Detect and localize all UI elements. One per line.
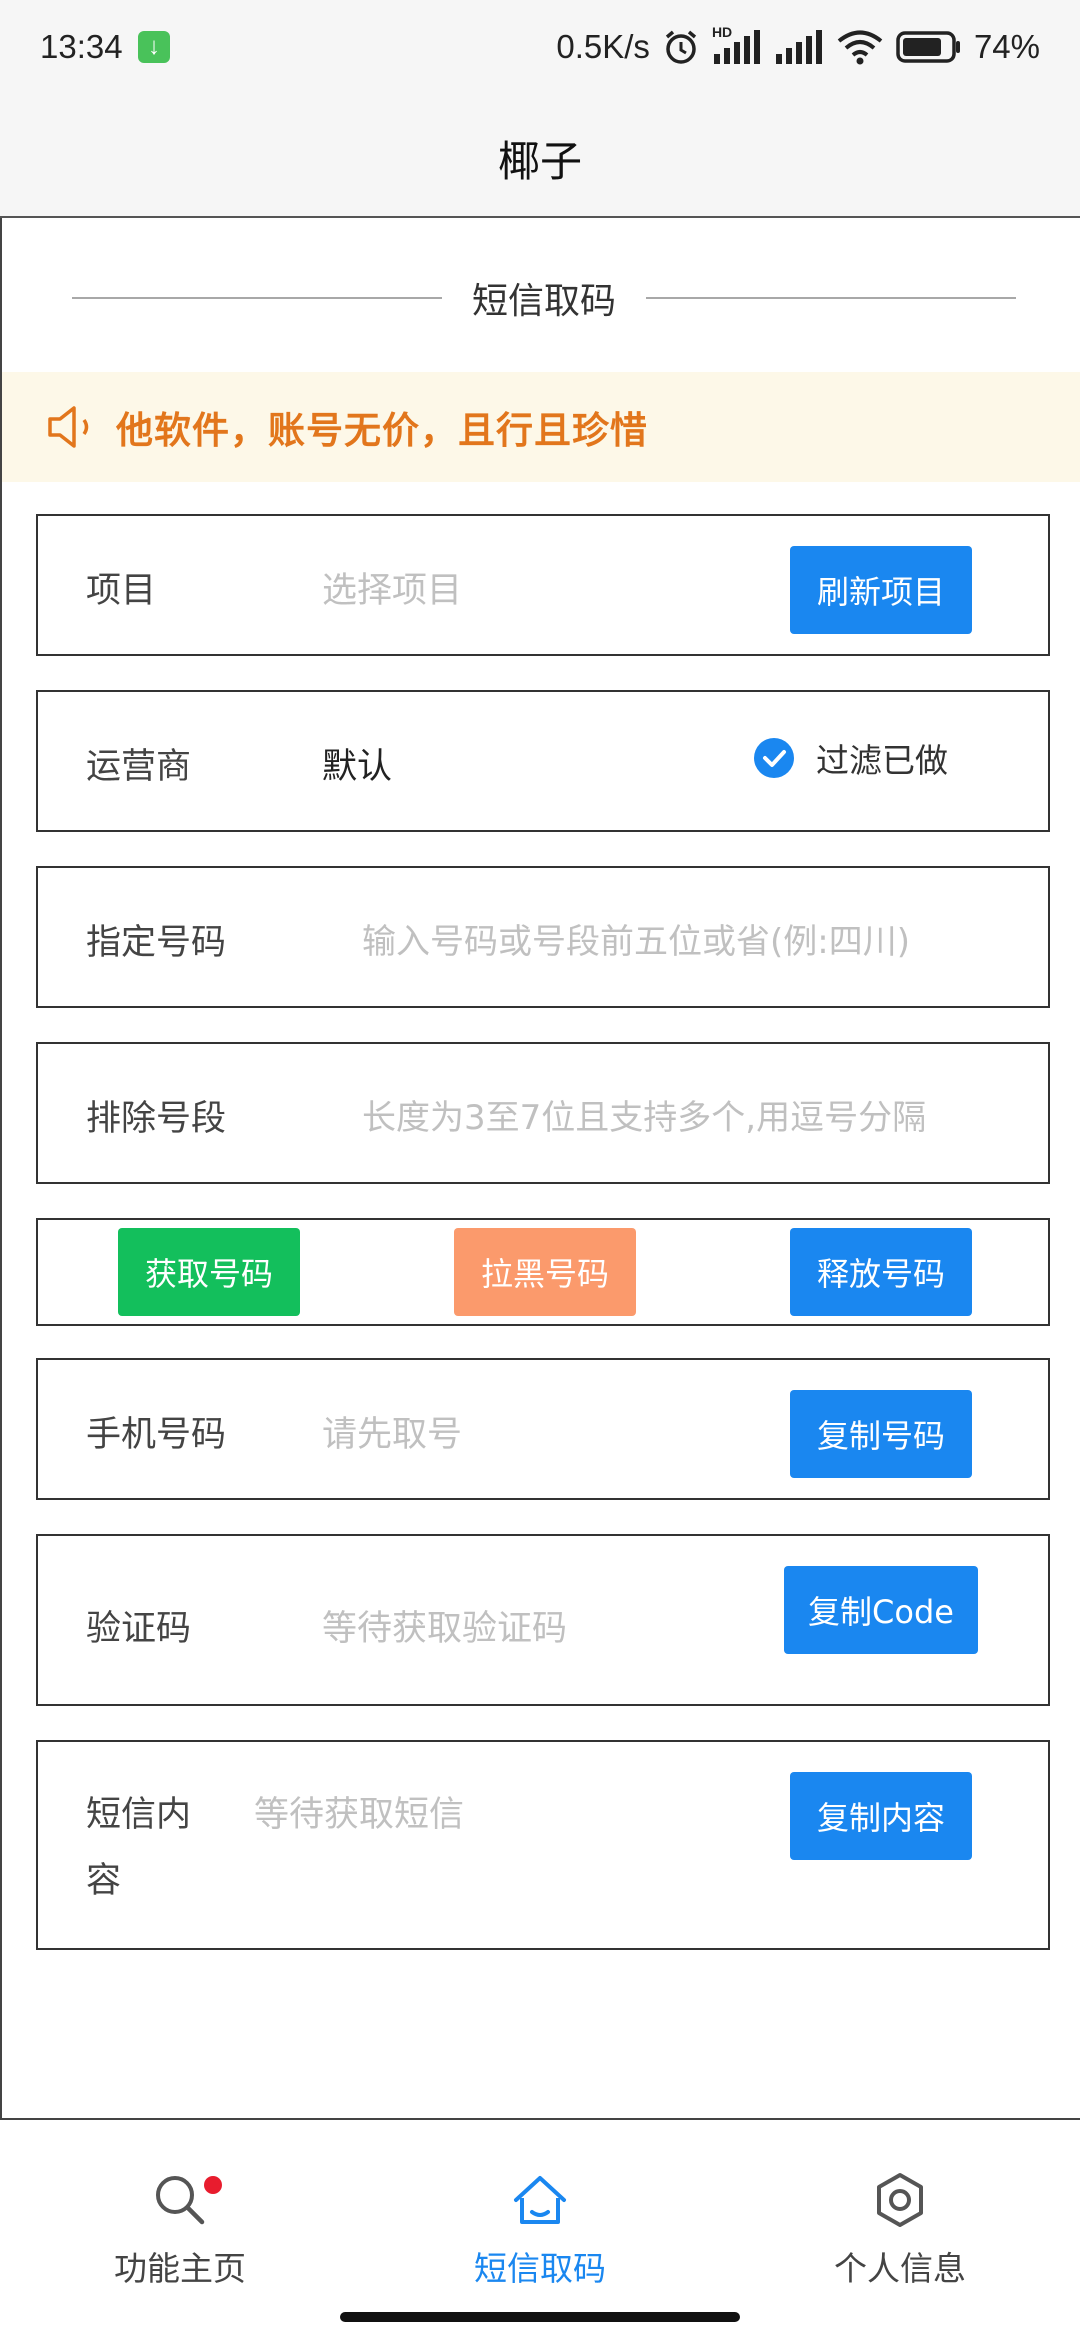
specify-number-label: 指定号码 <box>86 923 227 963</box>
check-icon <box>763 750 786 767</box>
project-row: 项目 选择项目 刷新项目 <box>36 514 1050 656</box>
carrier-select[interactable]: 默认 <box>322 738 392 789</box>
main-content: 短信取码 他软件，账号无价，且行且珍惜 项目 选择项目 刷新项目 运营商 默认 … <box>0 218 1080 2120</box>
blacklist-number-button[interactable]: 拉黑号码 <box>454 1228 636 1316</box>
copy-number-button[interactable]: 复制号码 <box>790 1390 972 1478</box>
verification-code-row: 验证码 等待获取验证码 复制Code <box>36 1534 1050 1706</box>
carrier-label: 运营商 <box>86 747 192 787</box>
exclude-segment-input[interactable]: 长度为3至7位且支持多个,用逗号分隔 <box>362 1090 926 1139</box>
wifi-icon <box>837 30 883 65</box>
page-title: 椰子 <box>497 137 582 186</box>
download-arrow-icon: ↓ <box>138 31 170 63</box>
speaker-icon <box>48 406 89 448</box>
app-header: 椰子 <box>0 96 1080 218</box>
action-buttons-row: 获取号码 拉黑号码 释放号码 <box>36 1218 1050 1326</box>
alarm-icon <box>665 30 697 64</box>
filter-checkbox[interactable] <box>754 738 794 778</box>
verification-code-field: 等待获取验证码 <box>322 1609 568 1649</box>
home-icon <box>514 2176 566 2224</box>
net-speed: 0.5K/s <box>556 28 650 65</box>
status-bar: 13:34 ↓ 0.5K/s HD 74% <box>0 0 1080 96</box>
release-number-button[interactable]: 释放号码 <box>790 1228 972 1316</box>
status-right-group: 0.5K/s HD 74% <box>556 24 1040 66</box>
refresh-project-button[interactable]: 刷新项目 <box>790 546 972 634</box>
bottom-nav: 功能主页 短信取码 个人信息 <box>0 2120 1080 2340</box>
search-icon <box>156 2176 205 2225</box>
phone-number-row: 手机号码 请先取号 复制号码 <box>36 1358 1050 1500</box>
phone-number-field: 请先取号 <box>322 1415 463 1455</box>
home-indicator[interactable] <box>340 2312 740 2322</box>
status-time: 13:34 <box>40 28 123 65</box>
divider-right <box>646 297 1017 299</box>
sms-content-label-line1: 短信内 <box>86 1795 192 1835</box>
hd-signal-icon: HD <box>712 24 762 66</box>
nav-label: 功能主页 <box>114 2249 246 2288</box>
notice-text: 他软件，账号无价，且行且珍惜 <box>116 409 648 452</box>
filter-label[interactable]: 过滤已做 <box>816 734 948 782</box>
notice-bar: 他软件，账号无价，且行且珍惜 <box>2 372 1080 482</box>
nav-label: 短信取码 <box>474 2249 606 2288</box>
exclude-segment-row: 排除号段 长度为3至7位且支持多个,用逗号分隔 <box>36 1042 1050 1184</box>
project-select[interactable]: 选择项目 <box>322 562 462 613</box>
sms-content-row: 短信内 容 等待获取短信 复制内容 <box>36 1740 1050 1950</box>
specify-number-input[interactable]: 输入号码或号段前五位或省(例:四川) <box>362 914 910 963</box>
nav-label: 个人信息 <box>834 2249 966 2288</box>
signal-icon <box>775 30 822 64</box>
nav-item-sms-code[interactable]: 短信取码 <box>360 2120 720 2320</box>
divider-left <box>72 297 442 299</box>
project-label: 项目 <box>86 571 157 611</box>
phone-number-label: 手机号码 <box>86 1415 227 1455</box>
carrier-row: 运营商 默认 过滤已做 <box>36 690 1050 832</box>
get-number-button[interactable]: 获取号码 <box>118 1228 300 1316</box>
gear-icon <box>877 2173 923 2227</box>
verification-code-label: 验证码 <box>86 1609 192 1649</box>
sms-content-label-line2: 容 <box>86 1861 122 1901</box>
nav-item-home-features[interactable]: 功能主页 <box>0 2120 360 2320</box>
nav-item-profile[interactable]: 个人信息 <box>720 2120 1080 2320</box>
section-header: 短信取码 <box>72 268 1017 328</box>
copy-code-button[interactable]: 复制Code <box>784 1566 978 1654</box>
specify-number-row: 指定号码 输入号码或号段前五位或省(例:四川) <box>36 866 1050 1008</box>
battery-percent: 74% <box>973 28 1040 65</box>
exclude-segment-label: 排除号段 <box>86 1099 227 1139</box>
sms-content-field: 等待获取短信 <box>254 1795 465 1835</box>
copy-content-button[interactable]: 复制内容 <box>790 1772 972 1860</box>
section-title: 短信取码 <box>472 281 617 322</box>
battery-icon <box>896 31 960 63</box>
notification-badge <box>204 2176 222 2194</box>
